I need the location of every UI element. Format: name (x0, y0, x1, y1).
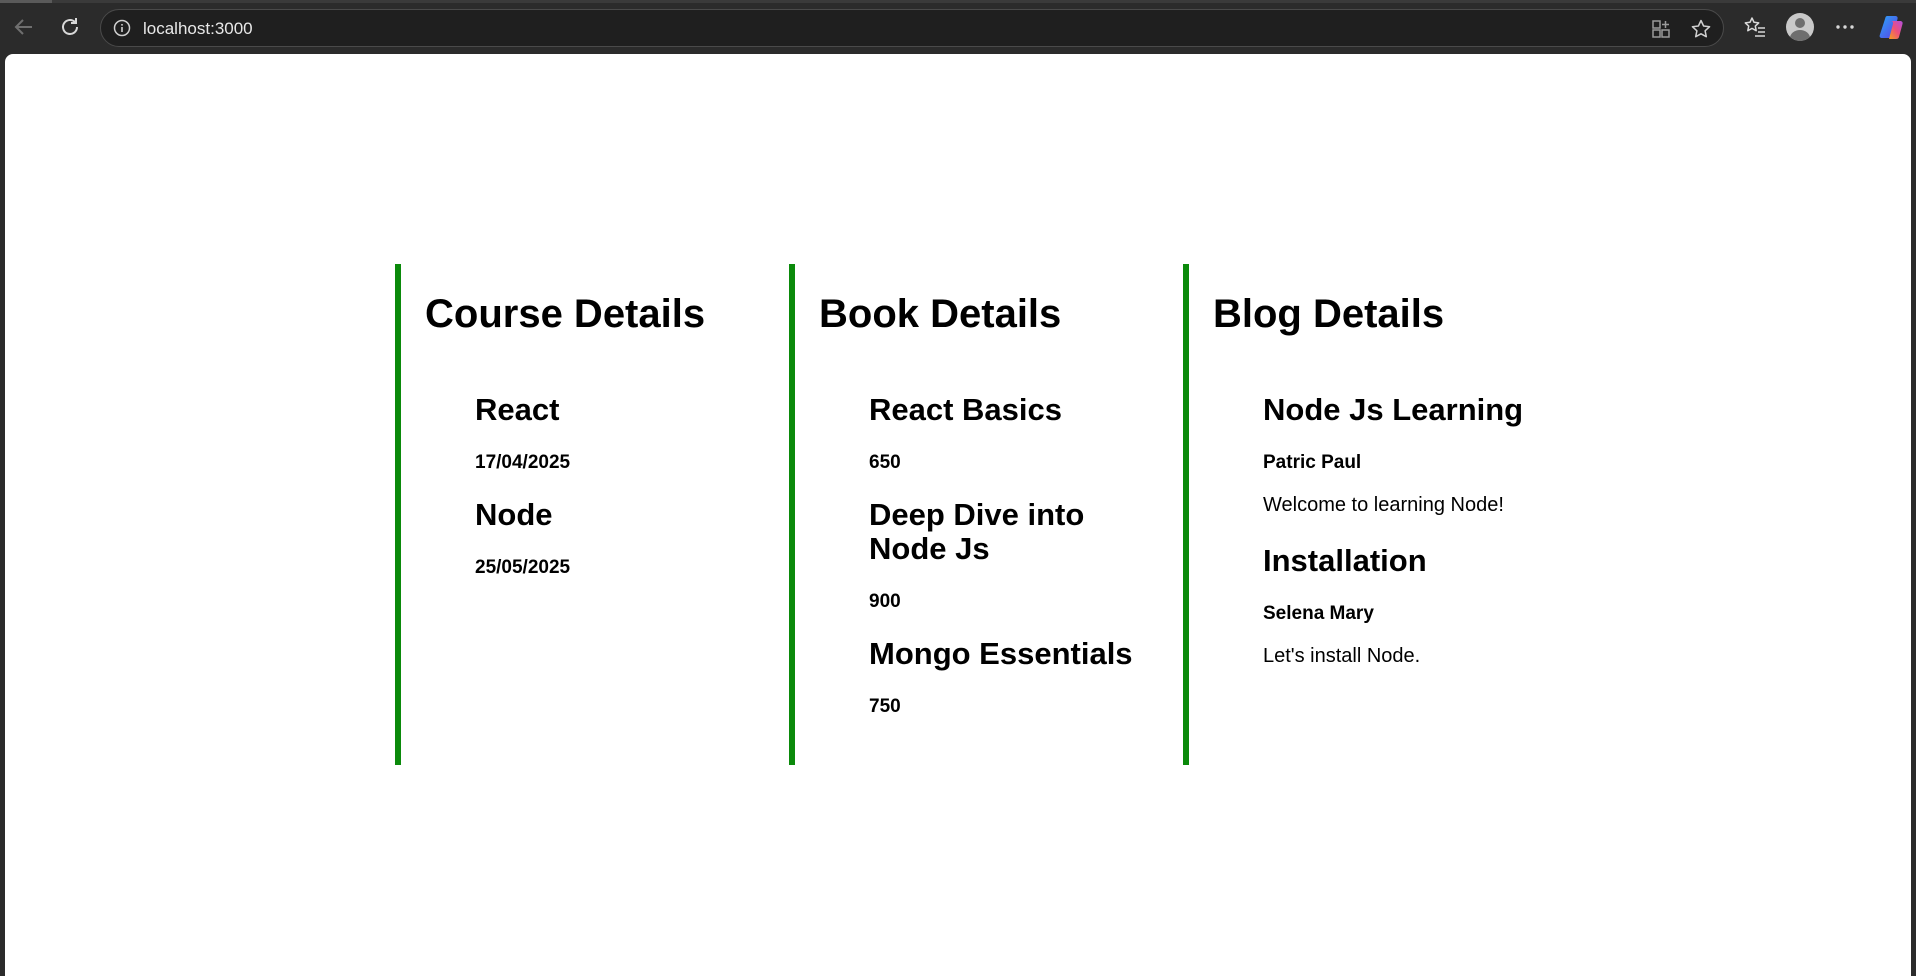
blog-details-section: Blog Details Node Js Learning Patric Pau… (1183, 264, 1577, 765)
course-item: Node 25/05/2025 (475, 498, 789, 579)
back-icon[interactable] (9, 12, 39, 42)
info-icon[interactable] (113, 19, 131, 37)
address-bar[interactable]: localhost:3000 (100, 9, 1724, 47)
favorites-icon[interactable] (1742, 14, 1768, 40)
course-title: Node (475, 497, 553, 532)
copilot-icon[interactable] (1878, 13, 1906, 41)
blog-author: Patric Paul (1263, 452, 1362, 473)
blog-list: Node Js Learning Patric Paul Welcome to … (1213, 392, 1577, 668)
book-item: Deep Dive into Node Js 900 (869, 498, 1183, 613)
book-title: React Basics (869, 392, 1063, 427)
reload-icon[interactable] (55, 12, 85, 42)
book-price: 900 (869, 591, 901, 612)
course-details-section: Course Details React 17/04/2025 Node 25/… (395, 264, 789, 765)
page-viewport: Course Details React 17/04/2025 Node 25/… (5, 54, 1911, 976)
book-details-heading: Book Details (819, 292, 1062, 336)
blog-item: Installation Selena Mary Let's install N… (1263, 543, 1577, 668)
book-details-section: Book Details React Basics 650 Deep Dive … (789, 264, 1183, 765)
book-price: 650 (869, 452, 901, 473)
app-grid-icon[interactable] (1650, 18, 1672, 40)
url-text[interactable]: localhost:3000 (143, 19, 253, 39)
details-container: Course Details React 17/04/2025 Node 25/… (395, 264, 1577, 765)
book-title: Mongo Essentials (869, 636, 1133, 671)
book-price: 750 (869, 696, 901, 717)
star-icon[interactable] (1690, 18, 1712, 40)
blog-author: Selena Mary (1263, 603, 1374, 624)
blog-title: Installation (1263, 543, 1427, 578)
book-item: Mongo Essentials 750 (869, 637, 1183, 718)
course-date: 25/05/2025 (475, 557, 571, 578)
browser-toolbar: localhost:3000 (0, 0, 1916, 54)
blog-item: Node Js Learning Patric Paul Welcome to … (1263, 392, 1577, 517)
blog-content: Let's install Node. (1263, 645, 1421, 667)
blog-content: Welcome to learning Node! (1263, 494, 1504, 516)
book-item: React Basics 650 (869, 393, 1183, 474)
course-list: React 17/04/2025 Node 25/05/2025 (425, 393, 789, 579)
profile-icon[interactable] (1786, 13, 1814, 41)
course-title: React (475, 392, 560, 427)
more-icon[interactable] (1832, 14, 1858, 40)
tab-strip (0, 0, 1916, 3)
book-title: Deep Dive into Node Js (869, 497, 1085, 566)
course-date: 17/04/2025 (475, 452, 571, 473)
active-tab-indicator[interactable] (0, 0, 52, 3)
course-details-heading: Course Details (425, 292, 706, 336)
course-item: React 17/04/2025 (475, 393, 789, 474)
book-list: React Basics 650 Deep Dive into Node Js … (819, 393, 1183, 718)
blog-title: Node Js Learning (1263, 392, 1524, 427)
blog-details-heading: Blog Details (1213, 292, 1445, 336)
